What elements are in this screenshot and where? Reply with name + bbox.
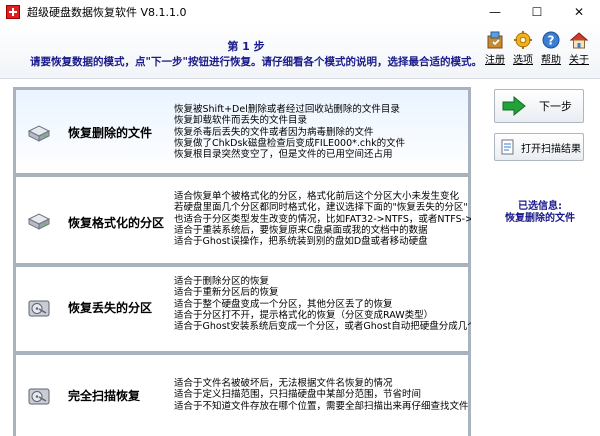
- mode-line: 若硬盘里面几个分区都同时格式化，建议选择下面的"恢复丢失的分区": [174, 202, 468, 214]
- home-icon: [569, 32, 589, 49]
- step-header: 第 1 步 请要恢复数据的模式，点"下一步"按钮进行恢复。请仔细看各个模式的说明…: [0, 24, 600, 79]
- next-step-label: 下一步: [539, 100, 572, 113]
- help-icon: ?: [542, 31, 560, 49]
- mode-item-recover-formatted[interactable]: 恢复格式化的分区 适合恢复单个被格式化的分区，格式化前后这个分区大小未发生变化 …: [16, 177, 471, 263]
- mode-line: 恢复根目录突然变空了，但是文件的已用空间还占用: [174, 149, 393, 161]
- step-title: 第 1 步: [227, 40, 265, 53]
- mode-line: 适合于不知道文件存放在哪个位置，需要全部扫描出来再仔细查找文件: [174, 400, 469, 412]
- gear-icon: [514, 31, 532, 49]
- mode-line: 恢复杀毒后丢失的文件或者因为病毒删除的文件: [174, 126, 374, 138]
- mode-title: 恢复删除的文件: [68, 126, 153, 140]
- mode-line: 适合于文件名被破坏后，无法根据文件名恢复的情况: [174, 378, 393, 389]
- hard-drive-icon: [27, 125, 51, 142]
- window-controls: — ☐ ✕: [474, 0, 600, 24]
- selected-info-value: 恢复删除的文件: [505, 213, 575, 224]
- mode-line: 也适合于分区类型发生改变的情况，比如FAT32->NTFS，或者NTFS->FA…: [174, 213, 471, 225]
- mode-line: 适合于Ghost安装系统后变成一个分区，或者Ghost自动把硬盘分成几个分区: [174, 321, 471, 333]
- svg-text:?: ?: [548, 34, 555, 48]
- mode-line: 适合于重装系统后，要恢复原来C盘桌面或我的文档中的数据: [174, 224, 428, 236]
- mode-line: 适合于定义扫描范围，只扫描硬盘中某部分范围，节省时间: [174, 389, 422, 401]
- hard-drive-icon: [28, 300, 50, 317]
- mode-item-full-scan[interactable]: 完全扫描恢复 适合于文件名被破坏后，无法根据文件名恢复的情况 适合于定义扫描范围…: [16, 355, 469, 436]
- about-button[interactable]: 关于: [566, 30, 592, 66]
- mode-list: 恢复删除的文件 恢复被Shift+Del删除或者经过回收站删除的文件目录 恢复卸…: [13, 87, 471, 436]
- mode-description: 适合于文件名被破坏后，无法根据文件名恢复的情况 适合于定义扫描范围，只扫描硬盘中…: [174, 378, 469, 412]
- about-label: 关于: [569, 55, 589, 66]
- mode-line: 适合恢复单个被格式化的分区，格式化前后这个分区大小未发生变化: [174, 191, 460, 202]
- register-icon: [487, 31, 503, 49]
- open-file-icon: [501, 139, 514, 155]
- help-label: 帮助: [541, 55, 561, 66]
- open-scan-result-label: 打开扫描结果: [521, 143, 581, 155]
- close-button[interactable]: ✕: [558, 0, 600, 24]
- selected-info-label: 已选信息:: [518, 201, 562, 212]
- register-label: 注册: [485, 55, 505, 66]
- maximize-button[interactable]: ☐: [516, 0, 558, 24]
- mode-description: 适合恢复单个被格式化的分区，格式化前后这个分区大小未发生变化 若硬盘里面几个分区…: [174, 191, 471, 247]
- mode-line: 适合于分区打不开，提示格式化的恢复（分区变成RAW类型）: [174, 309, 434, 321]
- selected-info: 已选信息: 恢复删除的文件: [488, 201, 592, 225]
- open-scan-result-button[interactable]: 打开扫描结果: [494, 133, 584, 161]
- mode-title: 恢复格式化的分区: [68, 216, 165, 230]
- mode-line: 适合于删除分区的恢复: [174, 276, 270, 287]
- options-button[interactable]: 选项: [510, 30, 536, 66]
- mode-line: 适合于重新分区后的恢复: [174, 287, 279, 299]
- help-button[interactable]: ? 帮助: [538, 30, 564, 66]
- next-arrow-icon: [502, 95, 526, 117]
- main-panel: 恢复删除的文件 恢复被Shift+Del删除或者经过回收站删除的文件目录 恢复卸…: [0, 79, 600, 436]
- toolbar: 注册 选项 ? 帮助 关于: [480, 30, 592, 66]
- register-button[interactable]: 注册: [482, 30, 508, 66]
- mode-line: 适合于Ghost误操作，把系统装到别的盘如D盘或者移动硬盘: [174, 236, 428, 248]
- window-title: 超级硬盘数据恢复软件 V8.1.1.0: [27, 6, 187, 19]
- mode-title: 恢复丢失的分区: [68, 301, 153, 315]
- app-icon: [6, 5, 20, 19]
- mode-line: 恢复卸载软件而丢失的文件目录: [174, 115, 308, 127]
- mode-line: 适合于整个硬盘变成一个分区，其他分区丢了的恢复: [174, 298, 393, 310]
- hard-drive-icon: [27, 213, 51, 230]
- mode-title: 完全扫描恢复: [68, 389, 141, 403]
- next-step-button[interactable]: 下一步: [494, 89, 584, 123]
- mode-line: 恢复被Shift+Del删除或者经过回收站删除的文件目录: [174, 104, 400, 115]
- options-label: 选项: [513, 55, 533, 66]
- title-bar: 超级硬盘数据恢复软件 V8.1.1.0 — ☐ ✕: [0, 0, 600, 24]
- minimize-button[interactable]: —: [474, 0, 516, 24]
- step-description: 请要恢复数据的模式，点"下一步"按钮进行恢复。请仔细看各个模式的说明，选择最合适…: [30, 56, 482, 68]
- mode-item-recover-deleted[interactable]: 恢复删除的文件 恢复被Shift+Del删除或者经过回收站删除的文件目录 恢复卸…: [16, 90, 468, 173]
- mode-description: 恢复被Shift+Del删除或者经过回收站删除的文件目录 恢复卸载软件而丢失的文…: [174, 104, 405, 160]
- mode-line: 恢复做了ChkDsk磁盘检查后变成FILE000*.chk的文件: [174, 137, 406, 149]
- hard-drive-icon: [28, 388, 50, 405]
- mode-item-recover-lost-partition[interactable]: 恢复丢失的分区 适合于删除分区的恢复 适合于重新分区后的恢复 适合于整个硬盘变成…: [16, 267, 471, 351]
- mode-description: 适合于删除分区的恢复 适合于重新分区后的恢复 适合于整个硬盘变成一个分区，其他分…: [174, 276, 471, 332]
